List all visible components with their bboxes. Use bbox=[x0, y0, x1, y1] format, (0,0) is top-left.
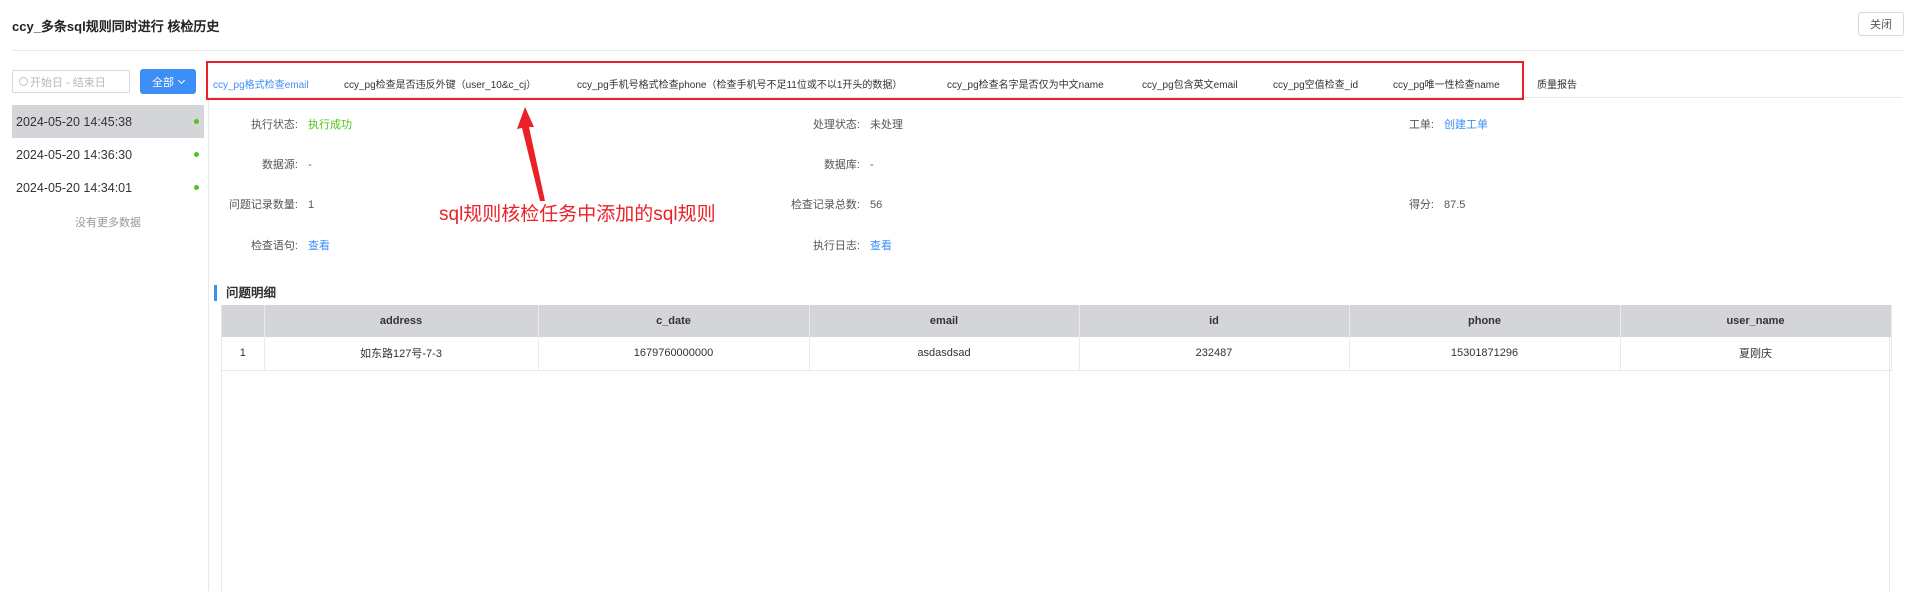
table-cell: 232487 bbox=[1079, 337, 1350, 371]
table-cell: 15301871296 bbox=[1349, 337, 1621, 371]
column-header: user_name bbox=[1620, 305, 1892, 337]
tab-quality-report[interactable]: 质量报告 bbox=[1537, 76, 1577, 91]
score-field: 得分: 87.5 bbox=[1376, 196, 1465, 212]
history-item[interactable]: 2024-05-20 14:36:30 bbox=[12, 138, 204, 171]
tab-rule-english-email[interactable]: ccy_pg包含英文email bbox=[1142, 76, 1238, 91]
all-filter-label: 全部 bbox=[152, 76, 174, 89]
sql-label: 检查语句: bbox=[250, 240, 298, 252]
database-field: 数据库: - bbox=[770, 156, 874, 172]
all-filter-button[interactable]: 全部 bbox=[140, 69, 196, 94]
datasource-value: - bbox=[308, 159, 312, 171]
column-header: address bbox=[264, 305, 539, 337]
view-sql-link[interactable]: 查看 bbox=[308, 240, 330, 252]
issue-count-field: 问题记录数量: 1 bbox=[216, 196, 314, 212]
rule-tabs: ccy_pg格式检查email ccy_pg检查是否违反外键（user_10&c… bbox=[204, 60, 1902, 98]
column-header: c_date bbox=[538, 305, 810, 337]
total-count-label: 检查记录总数: bbox=[790, 199, 860, 211]
column-header: email bbox=[809, 305, 1080, 337]
datasource-label: 数据源: bbox=[261, 159, 298, 171]
issue-count-label: 问题记录数量: bbox=[228, 199, 298, 211]
ticket-field: 工单: 创建工单 bbox=[1376, 116, 1488, 132]
table-cell: 夏刚庆 bbox=[1620, 337, 1892, 371]
exec-status-label: 执行状态: bbox=[250, 119, 298, 131]
exec-status-value: 执行成功 bbox=[308, 119, 352, 131]
process-status-value: 未处理 bbox=[870, 119, 903, 131]
status-dot-icon bbox=[194, 152, 199, 157]
issues-table: address c_date email id phone user_name … bbox=[222, 305, 1892, 371]
issues-table-wrap: address c_date email id phone user_name … bbox=[221, 305, 1892, 591]
status-dot-icon bbox=[194, 119, 199, 124]
score-value: 87.5 bbox=[1444, 199, 1466, 211]
chevron-down-icon bbox=[177, 76, 186, 84]
table-cell: asdasdsad bbox=[809, 337, 1080, 371]
tab-rule-chinese-name[interactable]: ccy_pg检查名字是否仅为中文name bbox=[947, 76, 1104, 91]
annotation-text: sql规则核检任务中添加的sql规则 bbox=[439, 204, 716, 225]
ticket-label: 工单: bbox=[1408, 119, 1434, 131]
history-item[interactable]: 2024-05-20 14:45:38 bbox=[12, 105, 204, 138]
tab-rule-phone-format[interactable]: ccy_pg手机号格式检查phone（检查手机号不足11位或不以1开头的数据） bbox=[577, 76, 902, 91]
history-timestamp: 2024-05-20 14:45:38 bbox=[16, 114, 133, 129]
table-cell: 1679760000000 bbox=[538, 337, 810, 371]
table-header-row: address c_date email id phone user_name bbox=[222, 305, 1892, 337]
column-header bbox=[222, 305, 265, 337]
title-divider bbox=[12, 50, 1904, 51]
process-status-label: 处理状态: bbox=[812, 119, 860, 131]
tab-rule-null-id[interactable]: ccy_pg空值检查_id bbox=[1273, 76, 1358, 91]
history-item[interactable]: 2024-05-20 14:34:01 bbox=[12, 171, 204, 204]
table-cell: 如东路127号-7-3 bbox=[264, 337, 539, 371]
no-more-data: 没有更多数据 bbox=[75, 217, 141, 229]
page-title: ccy_多条sql规则同时进行 核检历史 bbox=[12, 19, 220, 34]
tab-rule-email-format[interactable]: ccy_pg格式检查email bbox=[213, 76, 309, 91]
sql-field: 检查语句: 查看 bbox=[216, 237, 330, 253]
column-header: phone bbox=[1349, 305, 1621, 337]
issue-count-value: 1 bbox=[308, 199, 315, 211]
history-timestamp: 2024-05-20 14:36:30 bbox=[16, 147, 133, 162]
date-range-picker[interactable]: 开始日 - 结束日 bbox=[12, 70, 130, 93]
exec-status-field: 执行状态: 执行成功 bbox=[216, 116, 352, 132]
history-timestamp: 2024-05-20 14:34:01 bbox=[16, 180, 133, 195]
tab-rule-unique-name[interactable]: ccy_pg唯一性检查name bbox=[1393, 76, 1500, 91]
tab-rule-foreign-key[interactable]: ccy_pg检查是否违反外键（user_10&c_cj） bbox=[344, 76, 536, 91]
table-cell: 1 bbox=[222, 337, 265, 371]
database-label: 数据库: bbox=[823, 159, 860, 171]
column-header: id bbox=[1079, 305, 1350, 337]
view-log-link[interactable]: 查看 bbox=[870, 240, 892, 252]
process-status-field: 处理状态: 未处理 bbox=[770, 116, 903, 132]
database-value: - bbox=[870, 159, 874, 171]
total-count-field: 检查记录总数: 56 bbox=[770, 196, 882, 212]
clock-icon bbox=[19, 77, 28, 86]
close-button[interactable]: 关闭 bbox=[1858, 12, 1904, 36]
table-row: 1 如东路127号-7-3 1679760000000 asdasdsad 23… bbox=[222, 337, 1892, 371]
status-dot-icon bbox=[194, 185, 199, 190]
create-ticket-link[interactable]: 创建工单 bbox=[1444, 119, 1488, 131]
log-label: 执行日志: bbox=[812, 240, 860, 252]
date-range-placeholder: 开始日 - 结束日 bbox=[30, 76, 106, 89]
datasource-field: 数据源: - bbox=[216, 156, 312, 172]
annotation-arrow-icon bbox=[517, 107, 545, 201]
score-label: 得分: bbox=[1408, 199, 1434, 211]
issues-section-title: 问题明细 bbox=[214, 285, 276, 301]
total-count-value: 56 bbox=[870, 199, 883, 211]
history-list: 2024-05-20 14:45:38 2024-05-20 14:36:30 … bbox=[12, 105, 204, 230]
log-field: 执行日志: 查看 bbox=[770, 237, 892, 253]
sidebar-divider bbox=[208, 95, 209, 591]
